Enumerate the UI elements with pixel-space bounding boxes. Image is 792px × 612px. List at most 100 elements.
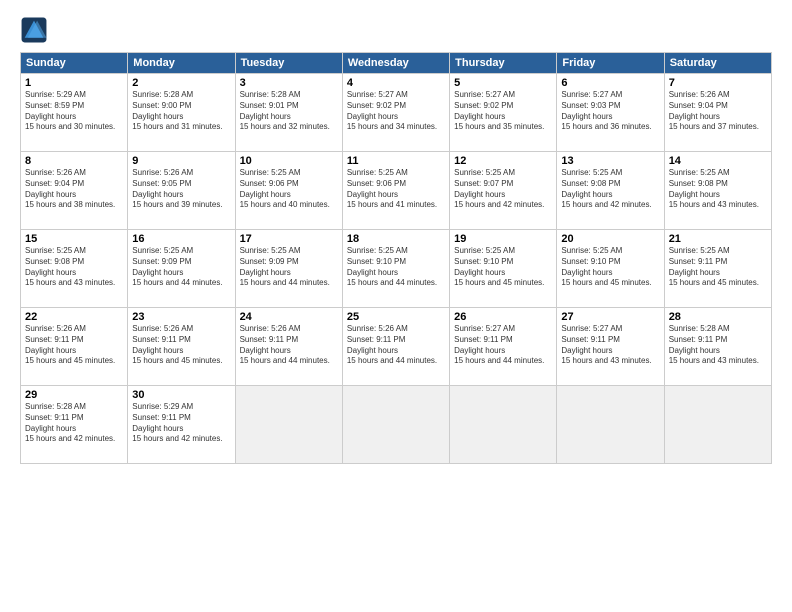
- calendar-cell: 5 Sunrise: 5:27 AMSunset: 9:02 PMDayligh…: [450, 74, 557, 152]
- day-number: 13: [561, 155, 659, 167]
- day-number: 24: [240, 311, 338, 323]
- day-number: 27: [561, 311, 659, 323]
- calendar-cell: 12 Sunrise: 5:25 AMSunset: 9:07 PMDaylig…: [450, 152, 557, 230]
- week-row-2: 15 Sunrise: 5:25 AMSunset: 9:08 PMDaylig…: [21, 230, 772, 308]
- calendar-cell: 14 Sunrise: 5:25 AMSunset: 9:08 PMDaylig…: [664, 152, 771, 230]
- day-number: 1: [25, 77, 123, 89]
- calendar-cell: 2 Sunrise: 5:28 AMSunset: 9:00 PMDayligh…: [128, 74, 235, 152]
- day-info: Sunrise: 5:25 AMSunset: 9:09 PMDaylight …: [240, 246, 338, 289]
- week-row-1: 8 Sunrise: 5:26 AMSunset: 9:04 PMDayligh…: [21, 152, 772, 230]
- calendar-cell: 8 Sunrise: 5:26 AMSunset: 9:04 PMDayligh…: [21, 152, 128, 230]
- calendar-cell: 17 Sunrise: 5:25 AMSunset: 9:09 PMDaylig…: [235, 230, 342, 308]
- calendar-cell: 18 Sunrise: 5:25 AMSunset: 9:10 PMDaylig…: [342, 230, 449, 308]
- day-number: 20: [561, 233, 659, 245]
- calendar-body: 1 Sunrise: 5:29 AMSunset: 8:59 PMDayligh…: [21, 74, 772, 464]
- calendar-cell: 13 Sunrise: 5:25 AMSunset: 9:08 PMDaylig…: [557, 152, 664, 230]
- calendar-cell: 3 Sunrise: 5:28 AMSunset: 9:01 PMDayligh…: [235, 74, 342, 152]
- calendar-cell: 29 Sunrise: 5:28 AMSunset: 9:11 PMDaylig…: [21, 386, 128, 464]
- day-number: 2: [132, 77, 230, 89]
- day-info: Sunrise: 5:26 AMSunset: 9:11 PMDaylight …: [25, 324, 123, 367]
- logo-icon: [20, 16, 48, 44]
- col-header-tuesday: Tuesday: [235, 53, 342, 74]
- day-number: 17: [240, 233, 338, 245]
- day-number: 6: [561, 77, 659, 89]
- day-info: Sunrise: 5:28 AMSunset: 9:11 PMDaylight …: [25, 402, 123, 445]
- day-info: Sunrise: 5:26 AMSunset: 9:04 PMDaylight …: [25, 168, 123, 211]
- calendar-cell: 11 Sunrise: 5:25 AMSunset: 9:06 PMDaylig…: [342, 152, 449, 230]
- calendar-cell: 25 Sunrise: 5:26 AMSunset: 9:11 PMDaylig…: [342, 308, 449, 386]
- day-info: Sunrise: 5:25 AMSunset: 9:08 PMDaylight …: [561, 168, 659, 211]
- calendar-header-row: SundayMondayTuesdayWednesdayThursdayFrid…: [21, 53, 772, 74]
- day-number: 9: [132, 155, 230, 167]
- day-info: Sunrise: 5:29 AMSunset: 9:11 PMDaylight …: [132, 402, 230, 445]
- logo: [20, 16, 52, 44]
- day-info: Sunrise: 5:27 AMSunset: 9:11 PMDaylight …: [454, 324, 552, 367]
- calendar-cell: [342, 386, 449, 464]
- day-number: 12: [454, 155, 552, 167]
- day-info: Sunrise: 5:25 AMSunset: 9:09 PMDaylight …: [132, 246, 230, 289]
- day-number: 25: [347, 311, 445, 323]
- col-header-monday: Monday: [128, 53, 235, 74]
- calendar-cell: 28 Sunrise: 5:28 AMSunset: 9:11 PMDaylig…: [664, 308, 771, 386]
- day-info: Sunrise: 5:26 AMSunset: 9:11 PMDaylight …: [240, 324, 338, 367]
- col-header-wednesday: Wednesday: [342, 53, 449, 74]
- day-info: Sunrise: 5:28 AMSunset: 9:01 PMDaylight …: [240, 90, 338, 133]
- day-info: Sunrise: 5:26 AMSunset: 9:11 PMDaylight …: [347, 324, 445, 367]
- week-row-0: 1 Sunrise: 5:29 AMSunset: 8:59 PMDayligh…: [21, 74, 772, 152]
- day-info: Sunrise: 5:26 AMSunset: 9:04 PMDaylight …: [669, 90, 767, 133]
- calendar: SundayMondayTuesdayWednesdayThursdayFrid…: [20, 52, 772, 464]
- calendar-cell: 9 Sunrise: 5:26 AMSunset: 9:05 PMDayligh…: [128, 152, 235, 230]
- day-number: 11: [347, 155, 445, 167]
- calendar-cell: 21 Sunrise: 5:25 AMSunset: 9:11 PMDaylig…: [664, 230, 771, 308]
- week-row-4: 29 Sunrise: 5:28 AMSunset: 9:11 PMDaylig…: [21, 386, 772, 464]
- day-info: Sunrise: 5:28 AMSunset: 9:11 PMDaylight …: [669, 324, 767, 367]
- day-info: Sunrise: 5:26 AMSunset: 9:05 PMDaylight …: [132, 168, 230, 211]
- calendar-cell: 1 Sunrise: 5:29 AMSunset: 8:59 PMDayligh…: [21, 74, 128, 152]
- calendar-cell: [557, 386, 664, 464]
- calendar-cell: 6 Sunrise: 5:27 AMSunset: 9:03 PMDayligh…: [557, 74, 664, 152]
- day-info: Sunrise: 5:25 AMSunset: 9:11 PMDaylight …: [669, 246, 767, 289]
- day-number: 19: [454, 233, 552, 245]
- col-header-friday: Friday: [557, 53, 664, 74]
- week-row-3: 22 Sunrise: 5:26 AMSunset: 9:11 PMDaylig…: [21, 308, 772, 386]
- day-number: 18: [347, 233, 445, 245]
- day-number: 5: [454, 77, 552, 89]
- day-info: Sunrise: 5:27 AMSunset: 9:02 PMDaylight …: [454, 90, 552, 133]
- day-number: 29: [25, 389, 123, 401]
- calendar-cell: 22 Sunrise: 5:26 AMSunset: 9:11 PMDaylig…: [21, 308, 128, 386]
- col-header-saturday: Saturday: [664, 53, 771, 74]
- day-info: Sunrise: 5:25 AMSunset: 9:10 PMDaylight …: [454, 246, 552, 289]
- day-number: 16: [132, 233, 230, 245]
- day-info: Sunrise: 5:27 AMSunset: 9:11 PMDaylight …: [561, 324, 659, 367]
- calendar-cell: 23 Sunrise: 5:26 AMSunset: 9:11 PMDaylig…: [128, 308, 235, 386]
- day-number: 26: [454, 311, 552, 323]
- day-number: 22: [25, 311, 123, 323]
- calendar-cell: 15 Sunrise: 5:25 AMSunset: 9:08 PMDaylig…: [21, 230, 128, 308]
- day-number: 14: [669, 155, 767, 167]
- day-info: Sunrise: 5:25 AMSunset: 9:10 PMDaylight …: [561, 246, 659, 289]
- calendar-cell: 19 Sunrise: 5:25 AMSunset: 9:10 PMDaylig…: [450, 230, 557, 308]
- day-number: 3: [240, 77, 338, 89]
- day-number: 28: [669, 311, 767, 323]
- calendar-cell: 16 Sunrise: 5:25 AMSunset: 9:09 PMDaylig…: [128, 230, 235, 308]
- calendar-cell: [664, 386, 771, 464]
- calendar-cell: 26 Sunrise: 5:27 AMSunset: 9:11 PMDaylig…: [450, 308, 557, 386]
- day-info: Sunrise: 5:27 AMSunset: 9:02 PMDaylight …: [347, 90, 445, 133]
- calendar-cell: [235, 386, 342, 464]
- day-info: Sunrise: 5:26 AMSunset: 9:11 PMDaylight …: [132, 324, 230, 367]
- header: [20, 16, 772, 44]
- day-number: 15: [25, 233, 123, 245]
- calendar-cell: 7 Sunrise: 5:26 AMSunset: 9:04 PMDayligh…: [664, 74, 771, 152]
- day-info: Sunrise: 5:27 AMSunset: 9:03 PMDaylight …: [561, 90, 659, 133]
- calendar-cell: 27 Sunrise: 5:27 AMSunset: 9:11 PMDaylig…: [557, 308, 664, 386]
- day-number: 4: [347, 77, 445, 89]
- calendar-cell: 10 Sunrise: 5:25 AMSunset: 9:06 PMDaylig…: [235, 152, 342, 230]
- day-info: Sunrise: 5:25 AMSunset: 9:10 PMDaylight …: [347, 246, 445, 289]
- day-info: Sunrise: 5:25 AMSunset: 9:07 PMDaylight …: [454, 168, 552, 211]
- day-info: Sunrise: 5:29 AMSunset: 8:59 PMDaylight …: [25, 90, 123, 133]
- day-info: Sunrise: 5:25 AMSunset: 9:06 PMDaylight …: [347, 168, 445, 211]
- day-number: 8: [25, 155, 123, 167]
- day-info: Sunrise: 5:25 AMSunset: 9:08 PMDaylight …: [669, 168, 767, 211]
- day-number: 21: [669, 233, 767, 245]
- calendar-cell: 30 Sunrise: 5:29 AMSunset: 9:11 PMDaylig…: [128, 386, 235, 464]
